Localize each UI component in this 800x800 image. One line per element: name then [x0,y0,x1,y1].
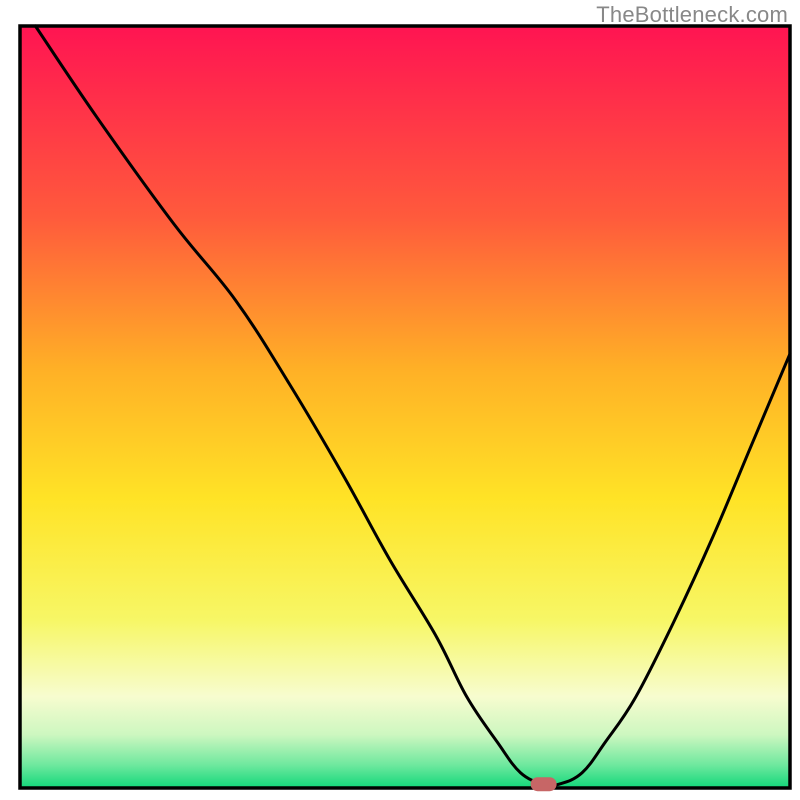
chart-svg [0,0,800,800]
plot-background [20,26,790,788]
watermark: TheBottleneck.com [596,2,788,28]
optimal-marker [531,777,557,791]
chart-wrap: TheBottleneck.com [0,0,800,800]
